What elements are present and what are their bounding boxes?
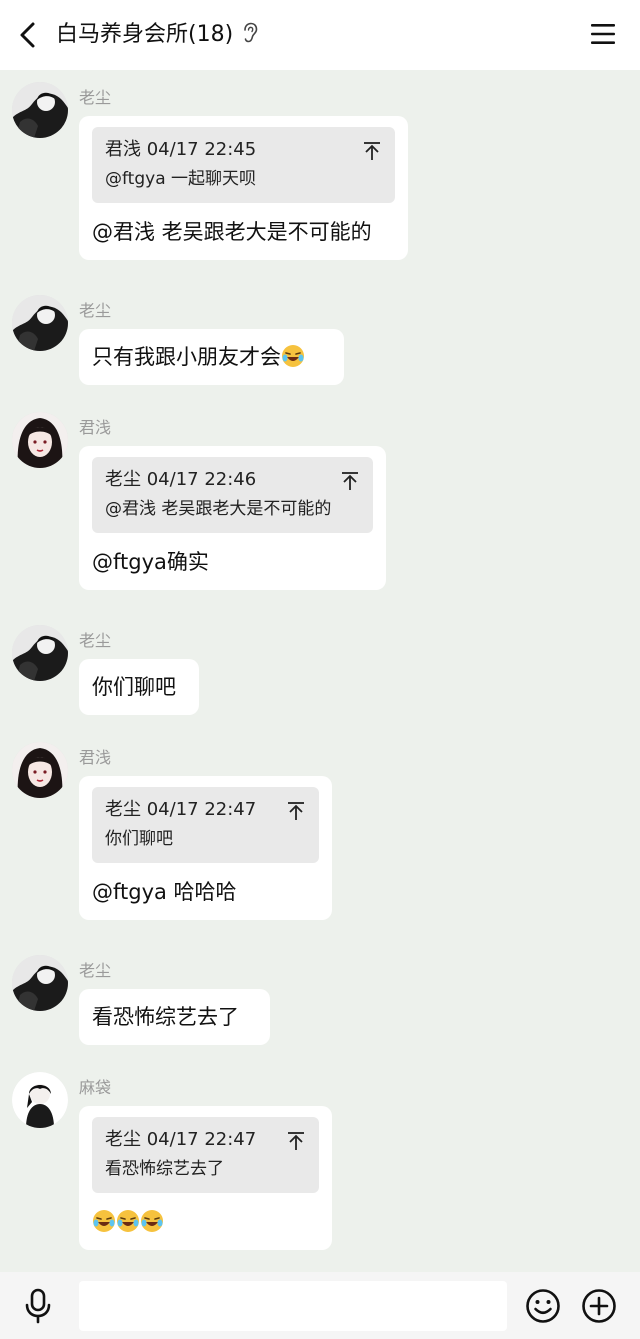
message-bubble[interactable]: 看恐怖综艺去了	[79, 989, 270, 1045]
laughing-tears-emoji-icon	[282, 345, 304, 367]
sender-name: 老尘	[79, 88, 112, 107]
quote-body: @君浅 老吴跟老大是不可能的	[105, 499, 332, 519]
message-bubble[interactable]: 只有我跟小朋友才会	[79, 329, 344, 385]
sender-name: 老尘	[79, 631, 112, 650]
laughing-tears-emoji-icon	[93, 1210, 115, 1232]
sender-name: 君浅	[79, 748, 112, 767]
group-title-text: 白马养身会所(18)	[56, 22, 234, 47]
quoted-message[interactable]: 老尘 04/17 22:47 看恐怖综艺去了	[92, 1117, 319, 1193]
jump-to-quote-icon[interactable]	[287, 801, 305, 821]
jump-to-quote-icon[interactable]	[287, 1131, 305, 1151]
message-bubble[interactable]: 你们聊吧	[79, 659, 199, 715]
message-bubble[interactable]: 老尘 04/17 22:46 @君浅 老吴跟老大是不可能的 @ftgya确实	[79, 446, 386, 590]
group-title: 白马养身会所(18)	[56, 0, 259, 70]
plus-circle-icon[interactable]	[581, 1288, 617, 1324]
message-text: 只有我跟小朋友才会	[92, 340, 331, 374]
chat-message-list[interactable]: 老尘 君浅 04/17 22:45 @ftgya 一起聊天呗 @君浅 老吴跟老大…	[0, 70, 640, 1272]
avatar-junqian[interactable]	[12, 412, 68, 468]
message-bubble[interactable]: 君浅 04/17 22:45 @ftgya 一起聊天呗 @君浅 老吴跟老大是不可…	[79, 116, 408, 260]
quote-header: 君浅 04/17 22:45	[105, 139, 257, 160]
avatar-laochen[interactable]	[12, 625, 68, 681]
message-text: @ftgya 哈哈哈	[92, 880, 237, 904]
ear-icon[interactable]	[241, 22, 259, 44]
avatar-laochen[interactable]	[12, 295, 68, 351]
message-text: @君浅 老吴跟老大是不可能的	[92, 220, 372, 244]
message-bubble[interactable]: 老尘 04/17 22:47 看恐怖综艺去了	[79, 1106, 332, 1250]
avatar-laochen[interactable]	[12, 82, 68, 138]
message-text: @ftgya确实	[92, 550, 209, 574]
message-text: 看恐怖综艺去了	[92, 1005, 239, 1029]
hamburger-menu-icon[interactable]	[590, 22, 616, 46]
quoted-message[interactable]: 老尘 04/17 22:47 你们聊吧	[92, 787, 319, 863]
message-text: 你们聊吧	[92, 675, 176, 699]
quoted-message[interactable]: 老尘 04/17 22:46 @君浅 老吴跟老大是不可能的	[92, 457, 373, 533]
jump-to-quote-icon[interactable]	[341, 471, 359, 491]
quoted-message[interactable]: 君浅 04/17 22:45 @ftgya 一起聊天呗	[92, 127, 395, 203]
quote-header: 老尘 04/17 22:47	[105, 1129, 257, 1150]
message-text	[92, 1205, 319, 1239]
avatar-laochen[interactable]	[12, 955, 68, 1011]
jump-to-quote-icon[interactable]	[363, 141, 381, 161]
chevron-left-icon[interactable]	[14, 20, 44, 50]
laughing-tears-emoji-icon	[141, 1210, 163, 1232]
quote-header: 老尘 04/17 22:46	[105, 469, 257, 490]
avatar-madai[interactable]	[12, 1072, 68, 1128]
microphone-icon[interactable]	[22, 1288, 54, 1324]
quote-header: 老尘 04/17 22:47	[105, 799, 257, 820]
chat-header: 白马养身会所(18)	[0, 0, 640, 70]
message-input[interactable]	[79, 1281, 507, 1331]
quote-body: @ftgya 一起聊天呗	[105, 169, 257, 189]
sender-name: 麻袋	[79, 1078, 112, 1097]
sender-name: 君浅	[79, 418, 112, 437]
message-text-content: 只有我跟小朋友才会	[92, 345, 281, 369]
quote-body: 你们聊吧	[105, 829, 173, 849]
message-input-bar	[0, 1272, 640, 1339]
quote-body: 看恐怖综艺去了	[105, 1159, 224, 1179]
sender-name: 老尘	[79, 301, 112, 320]
message-bubble[interactable]: 老尘 04/17 22:47 你们聊吧 @ftgya 哈哈哈	[79, 776, 332, 920]
sender-name: 老尘	[79, 961, 112, 980]
smiley-icon[interactable]	[525, 1288, 561, 1324]
avatar-junqian[interactable]	[12, 742, 68, 798]
laughing-tears-emoji-icon	[117, 1210, 139, 1232]
